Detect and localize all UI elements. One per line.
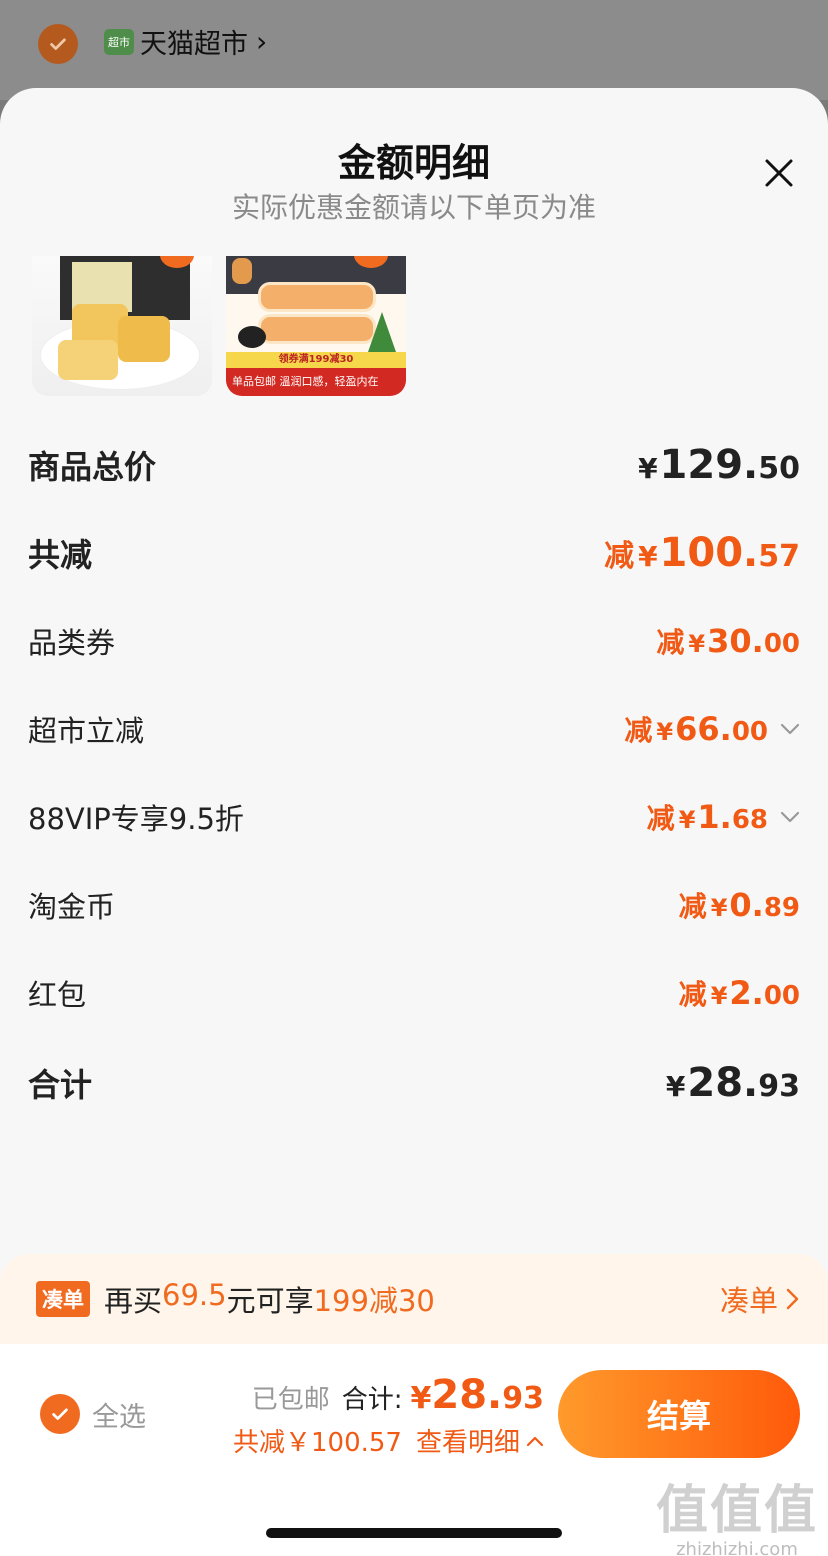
promo-text: 再买 69.5 元可享 199减30 (104, 1278, 435, 1318)
product-thumbnail-2[interactable]: 领券满199减30 单品包邮 溫润口感，轻盈内在 (226, 256, 406, 396)
total-amount-dec: 93 (502, 1381, 544, 1416)
total-label: 合计: (341, 1385, 403, 1415)
chevron-down-icon[interactable] (780, 811, 800, 823)
product-thumbnail-1[interactable] (32, 256, 212, 396)
home-indicator[interactable] (266, 1528, 562, 1538)
christmas-tree-icon (368, 312, 396, 352)
store-link[interactable]: 超市 天猫超市 › (104, 22, 267, 61)
row-label: 淘金币 (28, 890, 116, 924)
row-label: 红包 (28, 978, 87, 1012)
order-summary: 已包邮 合计: ¥28. 93 共减￥100.57 查看明细 (233, 1372, 544, 1459)
row-amount: 减 ¥100. 57 (604, 530, 800, 576)
row-label: 品类券 (28, 626, 116, 660)
checkmark-icon (40, 1394, 80, 1434)
row-label: 超市立减 (28, 714, 145, 748)
checkout-bar: 全选 已包邮 合计: ¥28. 93 共减￥100.57 查看明细 结算 值值值 … (0, 1344, 828, 1556)
product-band-top: 领券满199减30 (226, 352, 406, 368)
product-band-bottom: 单品包邮 溫润口感，轻盈内在 (226, 368, 406, 396)
select-all-label: 全选 (92, 1401, 146, 1433)
row-total-discount: 共减 减 ¥100. 57 (28, 530, 800, 576)
sheet-title: 金额明细 (337, 141, 490, 185)
total-currency: ¥ (410, 1381, 432, 1416)
row-amount: 减 ¥30. 00 (656, 622, 800, 660)
chevron-up-icon (526, 1436, 544, 1446)
row-vip-discount[interactable]: 88VIP专享9.5折 减 ¥1. 68 (28, 796, 800, 838)
chevron-down-icon[interactable] (780, 723, 800, 735)
row-total: 合计 ¥28. 93 (28, 1060, 800, 1106)
row-amount: 减 ¥66. 00 (624, 709, 800, 749)
row-amount: 减 ¥1. 68 (647, 797, 800, 837)
tmall-cat-icon (238, 326, 266, 348)
amount-detail-sheet: 金额明细 实际优惠金额请以下单页为准 领券满199减30 单品包邮 溫润口感，轻… (0, 88, 828, 1556)
add-on-link[interactable]: 凑单 (720, 1278, 800, 1320)
sheet-subtitle: 实际优惠金额请以下单页为准 (231, 191, 596, 224)
row-red-packet: 红包 减 ¥2. 00 (28, 972, 800, 1014)
store-name: 天猫超市 (140, 29, 248, 60)
row-market-discount[interactable]: 超市立减 减 ¥66. 00 (28, 708, 800, 750)
select-all-toggle[interactable]: 全选 (40, 1394, 146, 1434)
add-on-badge: 凑单 (36, 1281, 90, 1317)
chevron-right-icon: › (256, 25, 268, 58)
row-goods-total: 商品总价 ¥129. 50 (28, 442, 800, 488)
row-category-coupon: 品类券 减 ¥30. 00 (28, 620, 800, 662)
row-amount: 减 ¥0. 89 (678, 886, 800, 924)
row-label: 合计 (28, 1066, 93, 1104)
checkout-button[interactable]: 结算 (558, 1370, 800, 1458)
view-detail-link[interactable]: 查看明细 (416, 1422, 544, 1459)
row-label: 共减 (28, 536, 93, 574)
store-header: 超市 天猫超市 › (0, 0, 828, 100)
row-label: 88VIP专享9.5折 (28, 802, 244, 836)
product-thumbnails: 领券满199减30 单品包邮 溫润口感，轻盈内在 (32, 256, 406, 396)
row-amount: ¥129. 50 (638, 442, 800, 488)
row-amount: ¥28. 93 (665, 1060, 800, 1106)
shipping-status: 已包邮 (251, 1385, 330, 1415)
add-on-promo-bar: 凑单 再买 69.5 元可享 199减30 凑单 (0, 1254, 828, 1344)
total-amount-int: 28. (431, 1372, 503, 1418)
store-check-icon[interactable] (38, 24, 78, 64)
watermark: 值值值 zhizhizhi.com (655, 1481, 818, 1556)
supermarket-logo-icon: 超市 (104, 28, 134, 55)
close-icon[interactable] (764, 158, 794, 188)
row-amount: 减 ¥2. 00 (678, 974, 800, 1012)
row-taojin-coin: 淘金币 减 ¥0. 89 (28, 884, 800, 926)
chevron-right-icon (786, 1288, 799, 1310)
row-label: 商品总价 (28, 448, 157, 486)
discount-summary: 共减￥100.57 (233, 1428, 402, 1458)
